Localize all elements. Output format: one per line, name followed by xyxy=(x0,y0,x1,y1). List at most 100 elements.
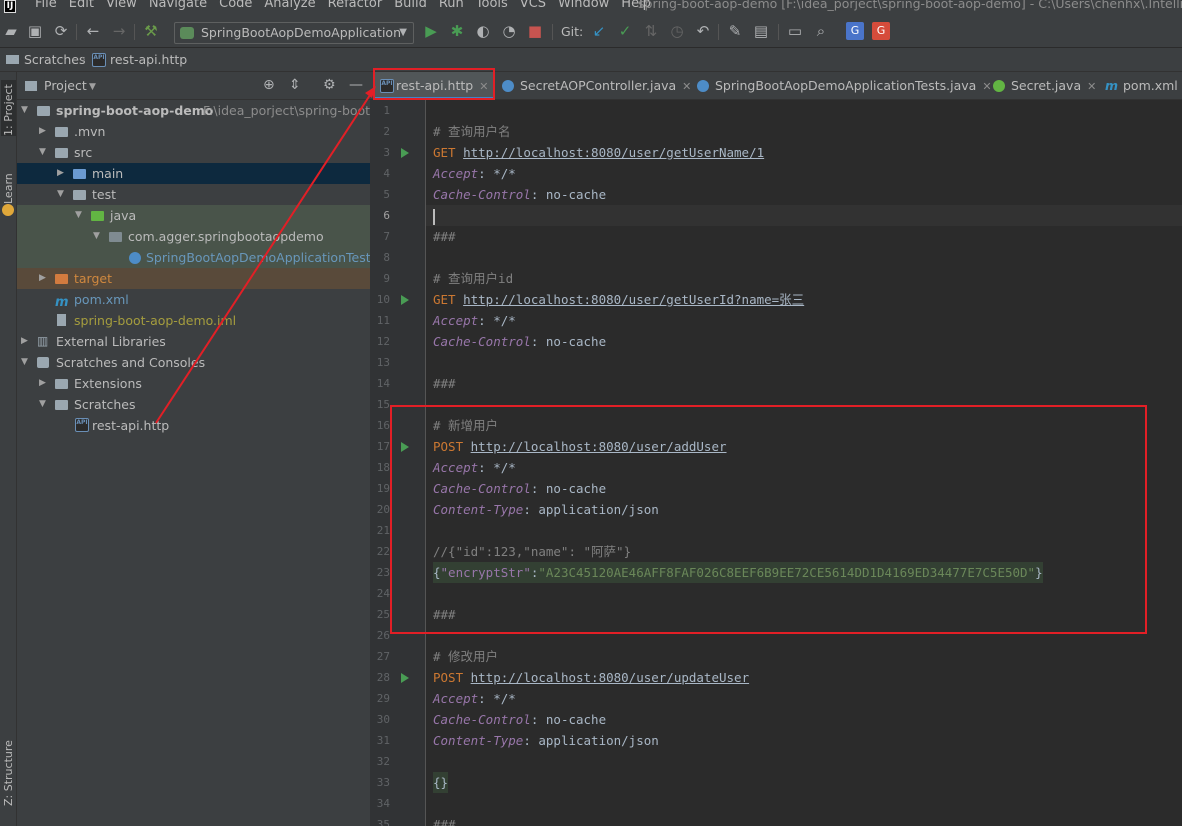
tree-item[interactable]: ▶ Extensions xyxy=(17,373,370,394)
project-panel-title[interactable]: Project xyxy=(44,78,87,93)
build-hammer-icon[interactable]: ⚒ xyxy=(142,22,160,40)
close-icon[interactable]: ✕ xyxy=(1087,80,1096,93)
tree-item[interactable]: m pom.xml xyxy=(17,289,370,310)
tree-item[interactable]: API rest-api.http xyxy=(17,415,370,436)
settings-wrench-icon[interactable]: ✎ xyxy=(726,22,744,40)
line-number: 29 xyxy=(376,692,390,705)
run-icon[interactable]: ▶ xyxy=(422,22,440,40)
expanded-arrow-icon[interactable]: ▼ xyxy=(75,205,85,226)
tree-item[interactable]: ▼ java xyxy=(17,205,370,226)
tree-item-label: Scratches xyxy=(74,397,136,412)
tree-item[interactable]: ▶ ▥ External Libraries xyxy=(17,331,370,352)
expanded-arrow-icon[interactable]: ▼ xyxy=(39,394,49,415)
structure-tool-tab[interactable]: Z: Structure xyxy=(1,736,16,806)
expanded-arrow-icon[interactable]: ▼ xyxy=(39,142,49,163)
git-history-icon[interactable]: ◷ xyxy=(668,22,686,40)
translate-alt-icon[interactable]: G xyxy=(872,22,890,40)
tree-item[interactable]: ▼ test xyxy=(17,184,370,205)
tab-secret-aop-controller[interactable]: SecretAOPController.java ✕ xyxy=(498,72,691,99)
stop-icon[interactable]: ■ xyxy=(526,22,544,40)
tree-item[interactable]: spring-boot-aop-demo.iml xyxy=(17,310,370,331)
folder-icon xyxy=(55,127,68,137)
run-configuration-select[interactable]: SpringBootAopDemoApplication ▼ xyxy=(174,22,414,44)
sync-icon[interactable]: ⟳ xyxy=(52,22,70,40)
close-icon[interactable]: ✕ xyxy=(682,80,691,93)
tree-item[interactable]: SpringBootAopDemoApplicationTests xyxy=(17,247,370,268)
translate-icon[interactable]: G xyxy=(846,22,864,40)
close-icon[interactable]: ✕ xyxy=(479,80,488,93)
collapsed-arrow-icon[interactable]: ▶ xyxy=(57,163,67,184)
menu-tools[interactable]: Tools xyxy=(476,0,508,11)
project-tool-tab[interactable]: 1: Project xyxy=(1,80,16,136)
terminal-icon[interactable]: ▭ xyxy=(786,22,804,40)
tree-item[interactable]: ▼ spring-boot-aop-demo F:\idea_porject\s… xyxy=(17,100,370,121)
gear-icon[interactable]: ⚙ xyxy=(323,77,336,93)
request-url[interactable]: http://localhost:8080/user/getUserId?nam… xyxy=(463,292,804,307)
tree-item[interactable]: ▼ src xyxy=(17,142,370,163)
tree-item[interactable]: ▼ com.agger.springbootaopdemo xyxy=(17,226,370,247)
menu-refactor[interactable]: Refactor xyxy=(328,0,383,11)
open-folder-icon[interactable]: ▰ xyxy=(2,22,20,40)
chevron-down-icon[interactable]: ▼ xyxy=(89,82,96,92)
coverage-icon[interactable]: ◐ xyxy=(474,22,492,40)
menu-build[interactable]: Build xyxy=(394,0,427,11)
profile-icon[interactable]: ◔ xyxy=(500,22,518,40)
collapsed-arrow-icon[interactable]: ▶ xyxy=(39,268,49,289)
collapsed-arrow-icon[interactable]: ▶ xyxy=(39,121,49,142)
tab-application-tests[interactable]: SpringBootAopDemoApplicationTests.java ✕ xyxy=(693,72,992,99)
run-request-icon[interactable] xyxy=(401,148,409,158)
run-request-icon[interactable] xyxy=(401,442,409,452)
run-request-icon[interactable] xyxy=(401,295,409,305)
line-number: 8 xyxy=(383,251,390,264)
tree-item[interactable]: ▶ target xyxy=(17,268,370,289)
git-rollback-icon[interactable]: ↶ xyxy=(694,22,712,40)
menu-navigate[interactable]: Navigate xyxy=(149,0,207,11)
tree-item-label: .mvn xyxy=(74,124,106,139)
menu-window[interactable]: Window xyxy=(558,0,609,11)
tree-item-selected[interactable]: ▶ main xyxy=(17,163,370,184)
hide-panel-icon[interactable]: — xyxy=(349,77,363,93)
menu-edit[interactable]: Edit xyxy=(69,0,94,11)
back-icon[interactable]: ← xyxy=(84,22,102,40)
line-number: 1 xyxy=(383,104,390,117)
menu-vcs[interactable]: VCS xyxy=(520,0,546,11)
tab-rest-api-http[interactable]: API rest-api.http ✕ xyxy=(374,72,494,99)
project-structure-icon[interactable]: ▤ xyxy=(752,22,770,40)
run-request-icon[interactable] xyxy=(401,673,409,683)
git-push-icon[interactable]: ⇅ xyxy=(642,22,660,40)
tree-item[interactable]: ▶ .mvn xyxy=(17,121,370,142)
menu-code[interactable]: Code xyxy=(219,0,252,11)
collapse-all-icon[interactable]: ⇕ xyxy=(289,77,301,93)
tree-item[interactable]: ▼ Scratches and Consoles xyxy=(17,352,370,373)
search-icon[interactable]: ⌕ xyxy=(812,22,830,40)
menu-view[interactable]: View xyxy=(106,0,137,11)
locate-target-icon[interactable]: ⊕ xyxy=(263,77,275,93)
breadcrumb-scratches[interactable]: Scratches xyxy=(24,52,86,67)
collapsed-arrow-icon[interactable]: ▶ xyxy=(21,331,31,352)
request-url[interactable]: http://localhost:8080/user/updateUser xyxy=(471,670,749,685)
menu-file[interactable]: File xyxy=(35,0,57,11)
learn-tool-tab[interactable]: Learn xyxy=(1,168,16,204)
tree-item[interactable]: ▼ Scratches xyxy=(17,394,370,415)
request-url[interactable]: http://localhost:8080/user/addUser xyxy=(471,439,727,454)
expanded-arrow-icon[interactable]: ▼ xyxy=(21,352,31,373)
code-line: //{"id":123,"name": "阿萨"} xyxy=(433,544,632,559)
tab-secret-java[interactable]: Secret.java ✕ xyxy=(989,72,1096,99)
collapsed-arrow-icon[interactable]: ▶ xyxy=(39,373,49,394)
git-update-icon[interactable]: ↙ xyxy=(590,22,608,40)
expanded-arrow-icon[interactable]: ▼ xyxy=(93,226,103,247)
folder-icon xyxy=(73,169,86,179)
debug-icon[interactable]: ✱ xyxy=(448,22,466,40)
code-editor[interactable]: # 查询用户名 GET http://localhost:8080/user/g… xyxy=(426,100,1182,826)
tab-pom-xml[interactable]: m pom.xml✕ xyxy=(1101,72,1182,99)
menu-analyze[interactable]: Analyze xyxy=(264,0,315,11)
breadcrumb-file[interactable]: rest-api.http xyxy=(110,52,187,67)
git-commit-icon[interactable]: ✓ xyxy=(616,22,634,40)
menu-run[interactable]: Run xyxy=(439,0,464,11)
expanded-arrow-icon[interactable]: ▼ xyxy=(21,100,31,121)
forward-icon[interactable]: → xyxy=(110,22,128,40)
json-brace: { xyxy=(433,565,441,580)
request-url[interactable]: http://localhost:8080/user/getUserName/1 xyxy=(463,145,764,160)
save-icon[interactable]: ▣ xyxy=(26,22,44,40)
expanded-arrow-icon[interactable]: ▼ xyxy=(57,184,67,205)
